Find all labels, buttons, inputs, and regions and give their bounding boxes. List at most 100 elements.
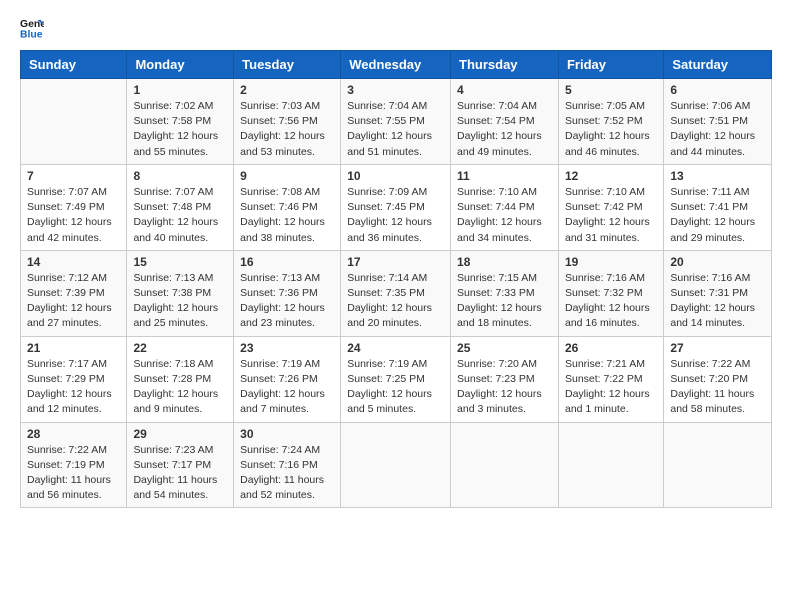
- calendar-cell: 23Sunrise: 7:19 AMSunset: 7:26 PMDayligh…: [234, 336, 341, 422]
- sunrise-text: Sunrise: 7:05 AM: [565, 99, 657, 114]
- day-info: Sunrise: 7:07 AMSunset: 7:49 PMDaylight:…: [27, 185, 120, 246]
- daylight-text: Daylight: 12 hours and 18 minutes.: [457, 301, 552, 331]
- sunset-text: Sunset: 7:52 PM: [565, 114, 657, 129]
- sunset-text: Sunset: 7:35 PM: [347, 286, 444, 301]
- calendar-week-3: 14Sunrise: 7:12 AMSunset: 7:39 PMDayligh…: [21, 250, 772, 336]
- daylight-text: Daylight: 12 hours and 23 minutes.: [240, 301, 334, 331]
- sunset-text: Sunset: 7:49 PM: [27, 200, 120, 215]
- calendar-cell: 7Sunrise: 7:07 AMSunset: 7:49 PMDaylight…: [21, 164, 127, 250]
- day-number: 14: [27, 255, 120, 269]
- page-header: General Blue: [20, 16, 772, 40]
- sunset-text: Sunset: 7:46 PM: [240, 200, 334, 215]
- logo: General Blue: [20, 16, 48, 40]
- sunrise-text: Sunrise: 7:19 AM: [240, 357, 334, 372]
- calendar-header: SundayMondayTuesdayWednesdayThursdayFrid…: [21, 51, 772, 79]
- daylight-text: Daylight: 12 hours and 46 minutes.: [565, 129, 657, 159]
- calendar-cell: 2Sunrise: 7:03 AMSunset: 7:56 PMDaylight…: [234, 79, 341, 165]
- sunrise-text: Sunrise: 7:18 AM: [133, 357, 227, 372]
- sunrise-text: Sunrise: 7:14 AM: [347, 271, 444, 286]
- daylight-text: Daylight: 12 hours and 14 minutes.: [670, 301, 765, 331]
- sunset-text: Sunset: 7:29 PM: [27, 372, 120, 387]
- day-info: Sunrise: 7:13 AMSunset: 7:36 PMDaylight:…: [240, 271, 334, 332]
- sunset-text: Sunset: 7:28 PM: [133, 372, 227, 387]
- daylight-text: Daylight: 12 hours and 5 minutes.: [347, 387, 444, 417]
- daylight-text: Daylight: 12 hours and 49 minutes.: [457, 129, 552, 159]
- sunrise-text: Sunrise: 7:20 AM: [457, 357, 552, 372]
- day-info: Sunrise: 7:19 AMSunset: 7:26 PMDaylight:…: [240, 357, 334, 418]
- day-number: 3: [347, 83, 444, 97]
- daylight-text: Daylight: 12 hours and 9 minutes.: [133, 387, 227, 417]
- day-info: Sunrise: 7:22 AMSunset: 7:20 PMDaylight:…: [670, 357, 765, 418]
- day-number: 25: [457, 341, 552, 355]
- day-info: Sunrise: 7:04 AMSunset: 7:54 PMDaylight:…: [457, 99, 552, 160]
- sunset-text: Sunset: 7:23 PM: [457, 372, 552, 387]
- sunrise-text: Sunrise: 7:13 AM: [133, 271, 227, 286]
- daylight-text: Daylight: 12 hours and 38 minutes.: [240, 215, 334, 245]
- sunrise-text: Sunrise: 7:11 AM: [670, 185, 765, 200]
- calendar-cell: 20Sunrise: 7:16 AMSunset: 7:31 PMDayligh…: [664, 250, 772, 336]
- day-number: 9: [240, 169, 334, 183]
- calendar-cell: 25Sunrise: 7:20 AMSunset: 7:23 PMDayligh…: [451, 336, 559, 422]
- day-info: Sunrise: 7:07 AMSunset: 7:48 PMDaylight:…: [133, 185, 227, 246]
- logo-icon: General Blue: [20, 16, 44, 40]
- sunset-text: Sunset: 7:42 PM: [565, 200, 657, 215]
- daylight-text: Daylight: 12 hours and 51 minutes.: [347, 129, 444, 159]
- day-number: 2: [240, 83, 334, 97]
- sunset-text: Sunset: 7:54 PM: [457, 114, 552, 129]
- day-info: Sunrise: 7:08 AMSunset: 7:46 PMDaylight:…: [240, 185, 334, 246]
- calendar-cell: 11 Sunrise: 7:10 AMSunset: 7:44 PMDayligh…: [451, 164, 559, 250]
- day-info: Sunrise: 7:19 AMSunset: 7:25 PMDaylight:…: [347, 357, 444, 418]
- sunrise-text: Sunrise: 7:22 AM: [27, 443, 120, 458]
- sunrise-text: Sunrise: 7:16 AM: [565, 271, 657, 286]
- sunset-text: Sunset: 7:55 PM: [347, 114, 444, 129]
- day-info: Sunrise: 7:16 AMSunset: 7:32 PMDaylight:…: [565, 271, 657, 332]
- day-number: 26: [565, 341, 657, 355]
- sunset-text: Sunset: 7:41 PM: [670, 200, 765, 215]
- calendar-cell: 3 Sunrise: 7:04 AMSunset: 7:55 PMDaylight…: [341, 79, 451, 165]
- day-number: 24: [347, 341, 444, 355]
- svg-text:Blue: Blue: [20, 30, 43, 40]
- day-number: 17: [347, 255, 444, 269]
- sunrise-text: Sunrise: 7:04 AM: [457, 99, 552, 114]
- day-info: Sunrise: 7:10 AMSunset: 7:42 PMDaylight:…: [565, 185, 657, 246]
- day-number: 11: [457, 169, 552, 183]
- day-number: 20: [670, 255, 765, 269]
- daylight-text: Daylight: 12 hours and 27 minutes.: [27, 301, 120, 331]
- sunset-text: Sunset: 7:16 PM: [240, 458, 334, 473]
- weekday-row: SundayMondayTuesdayWednesdayThursdayFrid…: [21, 51, 772, 79]
- calendar-cell: 6Sunrise: 7:06 AMSunset: 7:51 PMDaylight…: [664, 79, 772, 165]
- calendar-cell: 19Sunrise: 7:16 AMSunset: 7:32 PMDayligh…: [558, 250, 663, 336]
- sunset-text: Sunset: 7:58 PM: [133, 114, 227, 129]
- sunset-text: Sunset: 7:38 PM: [133, 286, 227, 301]
- calendar-cell: [664, 422, 772, 508]
- daylight-text: Daylight: 12 hours and 16 minutes.: [565, 301, 657, 331]
- sunset-text: Sunset: 7:45 PM: [347, 200, 444, 215]
- daylight-text: Daylight: 12 hours and 40 minutes.: [133, 215, 227, 245]
- calendar-week-1: 1Sunrise: 7:02 AMSunset: 7:58 PMDaylight…: [21, 79, 772, 165]
- day-info: Sunrise: 7:24 AMSunset: 7:16 PMDaylight:…: [240, 443, 334, 504]
- day-number: 6: [670, 83, 765, 97]
- calendar-cell: [21, 79, 127, 165]
- day-number: 16: [240, 255, 334, 269]
- day-number: 27: [670, 341, 765, 355]
- sunrise-text: Sunrise: 7:10 AM: [457, 185, 552, 200]
- weekday-header-saturday: Saturday: [664, 51, 772, 79]
- daylight-text: Daylight: 12 hours and 29 minutes.: [670, 215, 765, 245]
- calendar-body: 1Sunrise: 7:02 AMSunset: 7:58 PMDaylight…: [21, 79, 772, 508]
- day-info: Sunrise: 7:10 AMSunset: 7:44 PMDaylight:…: [457, 185, 552, 246]
- day-info: Sunrise: 7:02 AMSunset: 7:58 PMDaylight:…: [133, 99, 227, 160]
- day-number: 22: [133, 341, 227, 355]
- daylight-text: Daylight: 12 hours and 44 minutes.: [670, 129, 765, 159]
- day-info: Sunrise: 7:04 AMSunset: 7:55 PMDaylight:…: [347, 99, 444, 160]
- calendar-cell: 26Sunrise: 7:21 AMSunset: 7:22 PMDayligh…: [558, 336, 663, 422]
- calendar-cell: [341, 422, 451, 508]
- calendar-week-2: 7Sunrise: 7:07 AMSunset: 7:49 PMDaylight…: [21, 164, 772, 250]
- weekday-header-thursday: Thursday: [451, 51, 559, 79]
- sunset-text: Sunset: 7:51 PM: [670, 114, 765, 129]
- calendar-cell: [451, 422, 559, 508]
- sunrise-text: Sunrise: 7:21 AM: [565, 357, 657, 372]
- sunrise-text: Sunrise: 7:12 AM: [27, 271, 120, 286]
- daylight-text: Daylight: 11 hours and 54 minutes.: [133, 473, 227, 503]
- daylight-text: Daylight: 12 hours and 42 minutes.: [27, 215, 120, 245]
- sunrise-text: Sunrise: 7:07 AM: [133, 185, 227, 200]
